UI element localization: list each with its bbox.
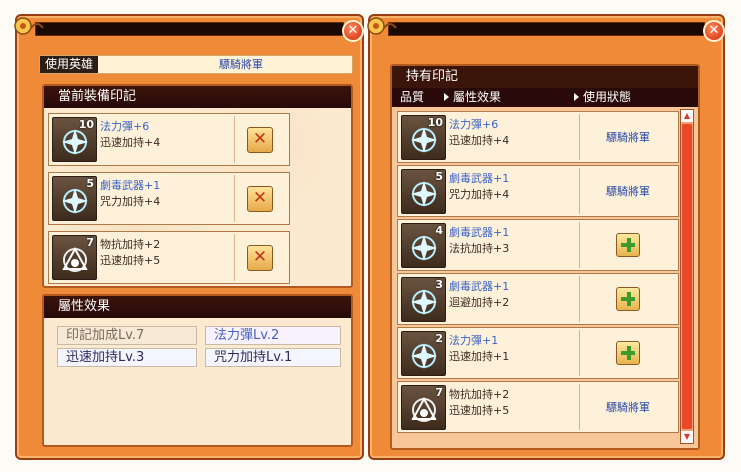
equip-plus-button[interactable] [616, 233, 640, 257]
card-divider [579, 222, 580, 268]
seal-tile: 10 [52, 117, 97, 162]
inventory-title: 持有印記 [392, 66, 698, 88]
seal-tile: 7 [52, 235, 97, 280]
seal-name: 劇毒武器+1 [449, 172, 510, 185]
seal-name: 劇毒武器+1 [449, 226, 510, 239]
attribute-item: 法力彈Lv.2 [205, 326, 341, 345]
seal-name: 法力彈+6 [449, 118, 499, 131]
compass-star-icon [411, 127, 437, 153]
cloud-ornament-icon [367, 17, 397, 35]
seal-name: 法力彈+6 [100, 120, 150, 133]
compass-star-icon [411, 181, 437, 207]
seal-effect: 咒力加持+4 [100, 195, 161, 208]
attribute-item: 迅速加持Lv.3 [57, 348, 197, 367]
attribute-item: 印記加成Lv.7 [57, 326, 197, 345]
inventory-box: 持有印記 品質 屬性效果 使用狀態 10 法力彈+6 迅速加持+4 驃騎將軍 5… [390, 64, 700, 450]
scroll-down-icon[interactable]: ▼ [681, 431, 693, 443]
scroll-up-icon[interactable]: ▲ [681, 110, 693, 122]
attribute-box: 屬性效果 印記加成Lv.7 法力彈Lv.2 迅速加持Lv.3 咒力加持Lv.1 [42, 294, 353, 447]
seal-tile: 2 [401, 331, 446, 376]
equipped-card[interactable]: 10 法力彈+6 迅速加持+4 ✕ [48, 113, 290, 166]
equip-plus-button[interactable] [616, 341, 640, 365]
equipped-card[interactable]: 7 物抗加持+2 迅速加持+5 ✕ [48, 231, 290, 284]
card-divider [579, 330, 580, 376]
title-bar[interactable] [388, 22, 705, 36]
seal-name: 劇毒武器+1 [100, 179, 161, 192]
column-attribute-wrap[interactable]: 屬性效果 [444, 88, 501, 107]
card-divider [579, 114, 580, 160]
triangle-rune-icon [62, 246, 88, 272]
seal-effect: 迴避加持+2 [449, 296, 510, 309]
hero-selector[interactable]: 使用英雄 驃騎將軍 [39, 55, 353, 74]
equipped-card[interactable]: 5 劇毒武器+1 咒力加持+4 ✕ [48, 172, 290, 225]
inventory-panel: ✕ 持有印記 品質 屬性效果 使用狀態 10 法力彈+6 迅速加持+4 驃騎將軍… [367, 14, 725, 460]
close-button[interactable]: ✕ [703, 20, 725, 42]
hero-label: 使用英雄 [40, 56, 99, 73]
compass-star-icon [62, 188, 88, 214]
seal-tile: 5 [401, 169, 446, 214]
compass-star-icon [411, 289, 437, 315]
inventory-row[interactable]: 10 法力彈+6 迅速加持+4 驃騎將軍 [397, 111, 679, 163]
inventory-row[interactable]: 7 物抗加持+2 迅速加持+5 驃騎將軍 [397, 381, 679, 433]
compass-star-icon [411, 343, 437, 369]
equipped-title: 當前裝備印記 [44, 86, 351, 108]
compass-star-icon [411, 235, 437, 261]
cloud-ornament-icon [14, 17, 44, 35]
inventory-row[interactable]: 4 劇毒武器+1 法抗加持+3 [397, 219, 679, 271]
column-state: 使用狀態 [583, 90, 632, 104]
scroll-thumb[interactable] [682, 124, 692, 429]
seal-name: 物抗加持+2 [449, 388, 510, 401]
seal-effect: 迅速加持+4 [449, 134, 510, 147]
column-header: 品質 屬性效果 使用狀態 [392, 88, 698, 107]
seal-tile: 7 [401, 385, 446, 430]
column-state-wrap[interactable]: 使用狀態 [574, 88, 631, 107]
scrollbar[interactable]: ▲ ▼ [680, 109, 694, 444]
seal-name: 法力彈+1 [449, 334, 499, 347]
card-divider [234, 234, 235, 281]
remove-button[interactable]: ✕ [247, 186, 273, 212]
seal-effect: 迅速加持+4 [100, 136, 161, 149]
column-attribute: 屬性效果 [453, 90, 502, 104]
inventory-row[interactable]: 3 劇毒武器+1 迴避加持+2 [397, 273, 679, 325]
remove-button[interactable]: ✕ [247, 245, 273, 271]
sort-arrow-icon [574, 93, 579, 101]
remove-button[interactable]: ✕ [247, 127, 273, 153]
attribute-item: 咒力加持Lv.1 [205, 348, 341, 367]
hero-value: 驃騎將軍 [219, 58, 263, 71]
inventory-row[interactable]: 2 法力彈+1 迅速加持+1 [397, 327, 679, 379]
seal-name: 物抗加持+2 [100, 238, 161, 251]
use-state: 驃騎將軍 [606, 185, 650, 198]
equipped-box: 當前裝備印記 10 法力彈+6 迅速加持+4 ✕ 5 劇毒武器+1 咒力加持+4 [42, 84, 353, 288]
close-button[interactable]: ✕ [342, 20, 364, 42]
card-divider [234, 116, 235, 163]
seal-effect: 迅速加持+5 [100, 254, 161, 267]
use-state: 驃騎將軍 [606, 131, 650, 144]
seal-tile: 5 [52, 176, 97, 221]
inventory-row[interactable]: 5 劇毒武器+1 咒力加持+4 驃騎將軍 [397, 165, 679, 217]
attribute-title: 屬性效果 [44, 296, 351, 318]
title-bar[interactable] [35, 22, 344, 36]
seal-effect: 迅速加持+1 [449, 350, 510, 363]
card-divider [234, 175, 235, 222]
card-divider [579, 168, 580, 214]
compass-star-icon [62, 129, 88, 155]
card-divider [579, 384, 580, 430]
seal-effect: 迅速加持+5 [449, 404, 510, 417]
triangle-rune-icon [411, 396, 437, 422]
seal-effect: 法抗加持+3 [449, 242, 510, 255]
column-quality[interactable]: 品質 [400, 88, 424, 107]
use-state: 驃騎將軍 [606, 401, 650, 414]
seal-tile: 10 [401, 115, 446, 160]
sort-arrow-icon [444, 93, 449, 101]
seal-tile: 4 [401, 223, 446, 268]
seal-name: 劇毒武器+1 [449, 280, 510, 293]
stage: ✕ 使用英雄 驃騎將軍 當前裝備印記 10 法力彈+6 迅速加持+4 ✕ 5 劇… [0, 0, 741, 472]
card-divider [579, 276, 580, 322]
equip-plus-button[interactable] [616, 287, 640, 311]
equip-panel: ✕ 使用英雄 驃騎將軍 當前裝備印記 10 法力彈+6 迅速加持+4 ✕ 5 劇… [14, 14, 364, 460]
seal-tile: 3 [401, 277, 446, 322]
seal-effect: 咒力加持+4 [449, 188, 510, 201]
